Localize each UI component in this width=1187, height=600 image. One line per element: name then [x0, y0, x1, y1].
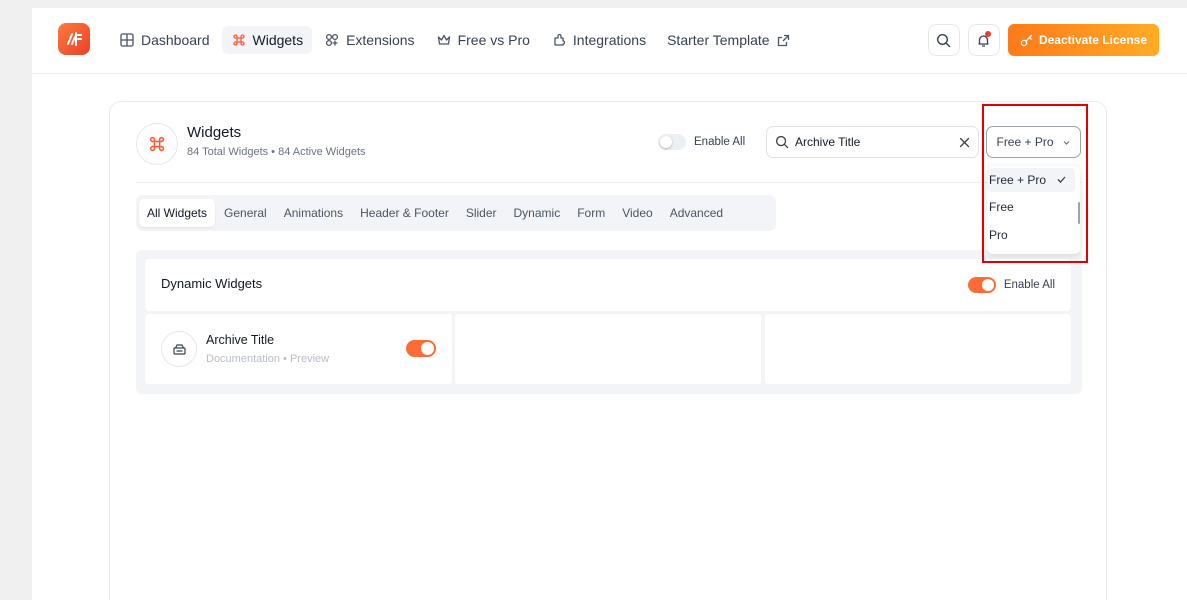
nav-label: Dashboard [141, 32, 210, 48]
enable-all-global[interactable]: Enable All [658, 134, 745, 150]
section-enable-all-toggle[interactable] [967, 277, 996, 293]
dropdown-scrollbar[interactable] [1078, 202, 1080, 224]
section-title: Dynamic Widgets [161, 276, 263, 291]
tab-dynamic[interactable]: Dynamic [506, 199, 569, 227]
tab-general[interactable]: General [216, 199, 275, 227]
widget-search [766, 126, 979, 158]
nav-label: Free vs Pro [457, 32, 530, 48]
nav-item-widgets[interactable]: Widgets [221, 26, 313, 54]
plan-option-pro[interactable]: Pro [987, 223, 1075, 247]
archive-icon [161, 331, 197, 367]
command-icon [231, 32, 247, 48]
puzzle-icon [324, 32, 340, 48]
section-header: Dynamic Widgets Enable All [145, 259, 1071, 311]
deactivate-license-button[interactable]: Deactivate License [1007, 24, 1159, 56]
section-enable-all-label: Enable All [1003, 279, 1055, 291]
search-icon [775, 135, 789, 149]
widget-enabled-toggle[interactable] [406, 340, 436, 357]
brand-logo[interactable] [58, 23, 90, 55]
enable-all-label: Enable All [694, 136, 746, 148]
option-label: Free + Pro [989, 173, 1047, 187]
nav-label: Extensions [346, 32, 415, 48]
header-actions: Deactivate License [927, 24, 1159, 56]
widget-links[interactable]: Documentation • Preview [206, 353, 329, 365]
plan-filter-select[interactable]: Free + Pro [986, 126, 1081, 158]
main-nav: Dashboard Widgets Extensions Free vs Pro [110, 26, 804, 54]
tab-form[interactable]: Form [569, 199, 613, 227]
tab-video[interactable]: Video [614, 199, 660, 227]
dynamic-widgets-section: Dynamic Widgets Enable All Archive Title… [136, 250, 1082, 394]
widget-card-archive-title: Archive Title Documentation • Preview [145, 314, 452, 384]
clear-search-icon[interactable] [959, 137, 970, 148]
tab-header-footer[interactable]: Header & Footer [352, 199, 457, 227]
nav-item-integrations[interactable]: Integrations [542, 26, 655, 54]
grid-icon [119, 32, 135, 48]
search-icon [937, 33, 951, 47]
check-icon [1056, 174, 1067, 185]
plan-option-free[interactable]: Free [987, 195, 1075, 219]
tab-advanced[interactable]: Advanced [662, 199, 731, 227]
header-divider [136, 182, 1082, 183]
tab-animations[interactable]: Animations [276, 199, 351, 227]
nav-item-dashboard[interactable]: Dashboard [110, 26, 219, 54]
nav-label: Starter Template [667, 32, 770, 48]
widget-name: Archive Title [206, 333, 275, 347]
enable-all-toggle[interactable] [658, 134, 686, 150]
nav-label: Widgets [252, 32, 304, 48]
tab-slider[interactable]: Slider [458, 199, 505, 227]
plan-option-free-pro[interactable]: Free + Pro [987, 168, 1075, 192]
nav-label: Integrations [572, 32, 647, 48]
brand-logo-icon [67, 32, 82, 46]
plan-filter-value: Free + Pro [996, 135, 1054, 149]
nav-item-starter-template[interactable]: Starter Template [658, 26, 800, 54]
app-window: Dashboard Widgets Extensions Free vs Pro [32, 8, 1187, 600]
top-bar: Dashboard Widgets Extensions Free vs Pro [32, 8, 1187, 74]
crown-icon [436, 32, 452, 48]
widget-card-empty [455, 314, 761, 384]
search-button[interactable] [927, 24, 960, 56]
widget-toggle[interactable] [406, 340, 436, 357]
category-tabs: All Widgets General Animations Header & … [136, 195, 776, 231]
tab-all-widgets[interactable]: All Widgets [139, 199, 216, 227]
search-input[interactable] [795, 135, 959, 149]
widget-card-empty [765, 314, 1071, 384]
notifications-button[interactable] [967, 24, 1000, 56]
deactivate-label: Deactivate License [1038, 33, 1147, 47]
widgets-card: Widgets 84 Total Widgets • 84 Active Wid… [109, 101, 1107, 600]
nav-item-free-vs-pro[interactable]: Free vs Pro [427, 26, 539, 54]
section-enable-all[interactable]: Enable All [967, 277, 1055, 293]
widgets-header-icon [136, 123, 178, 165]
notification-dot [984, 31, 991, 37]
plug-icon [551, 32, 567, 48]
key-icon [1020, 34, 1033, 47]
nav-item-extensions[interactable]: Extensions [315, 26, 423, 54]
command-icon [149, 136, 165, 152]
plan-filter-dropdown: Free + Pro Free Pro [987, 166, 1080, 254]
chevron-down-icon [1062, 138, 1071, 147]
widgets-count: 84 Total Widgets • 84 Active Widgets [187, 146, 366, 158]
external-link-icon [776, 32, 792, 48]
page-title: Widgets [187, 124, 242, 141]
